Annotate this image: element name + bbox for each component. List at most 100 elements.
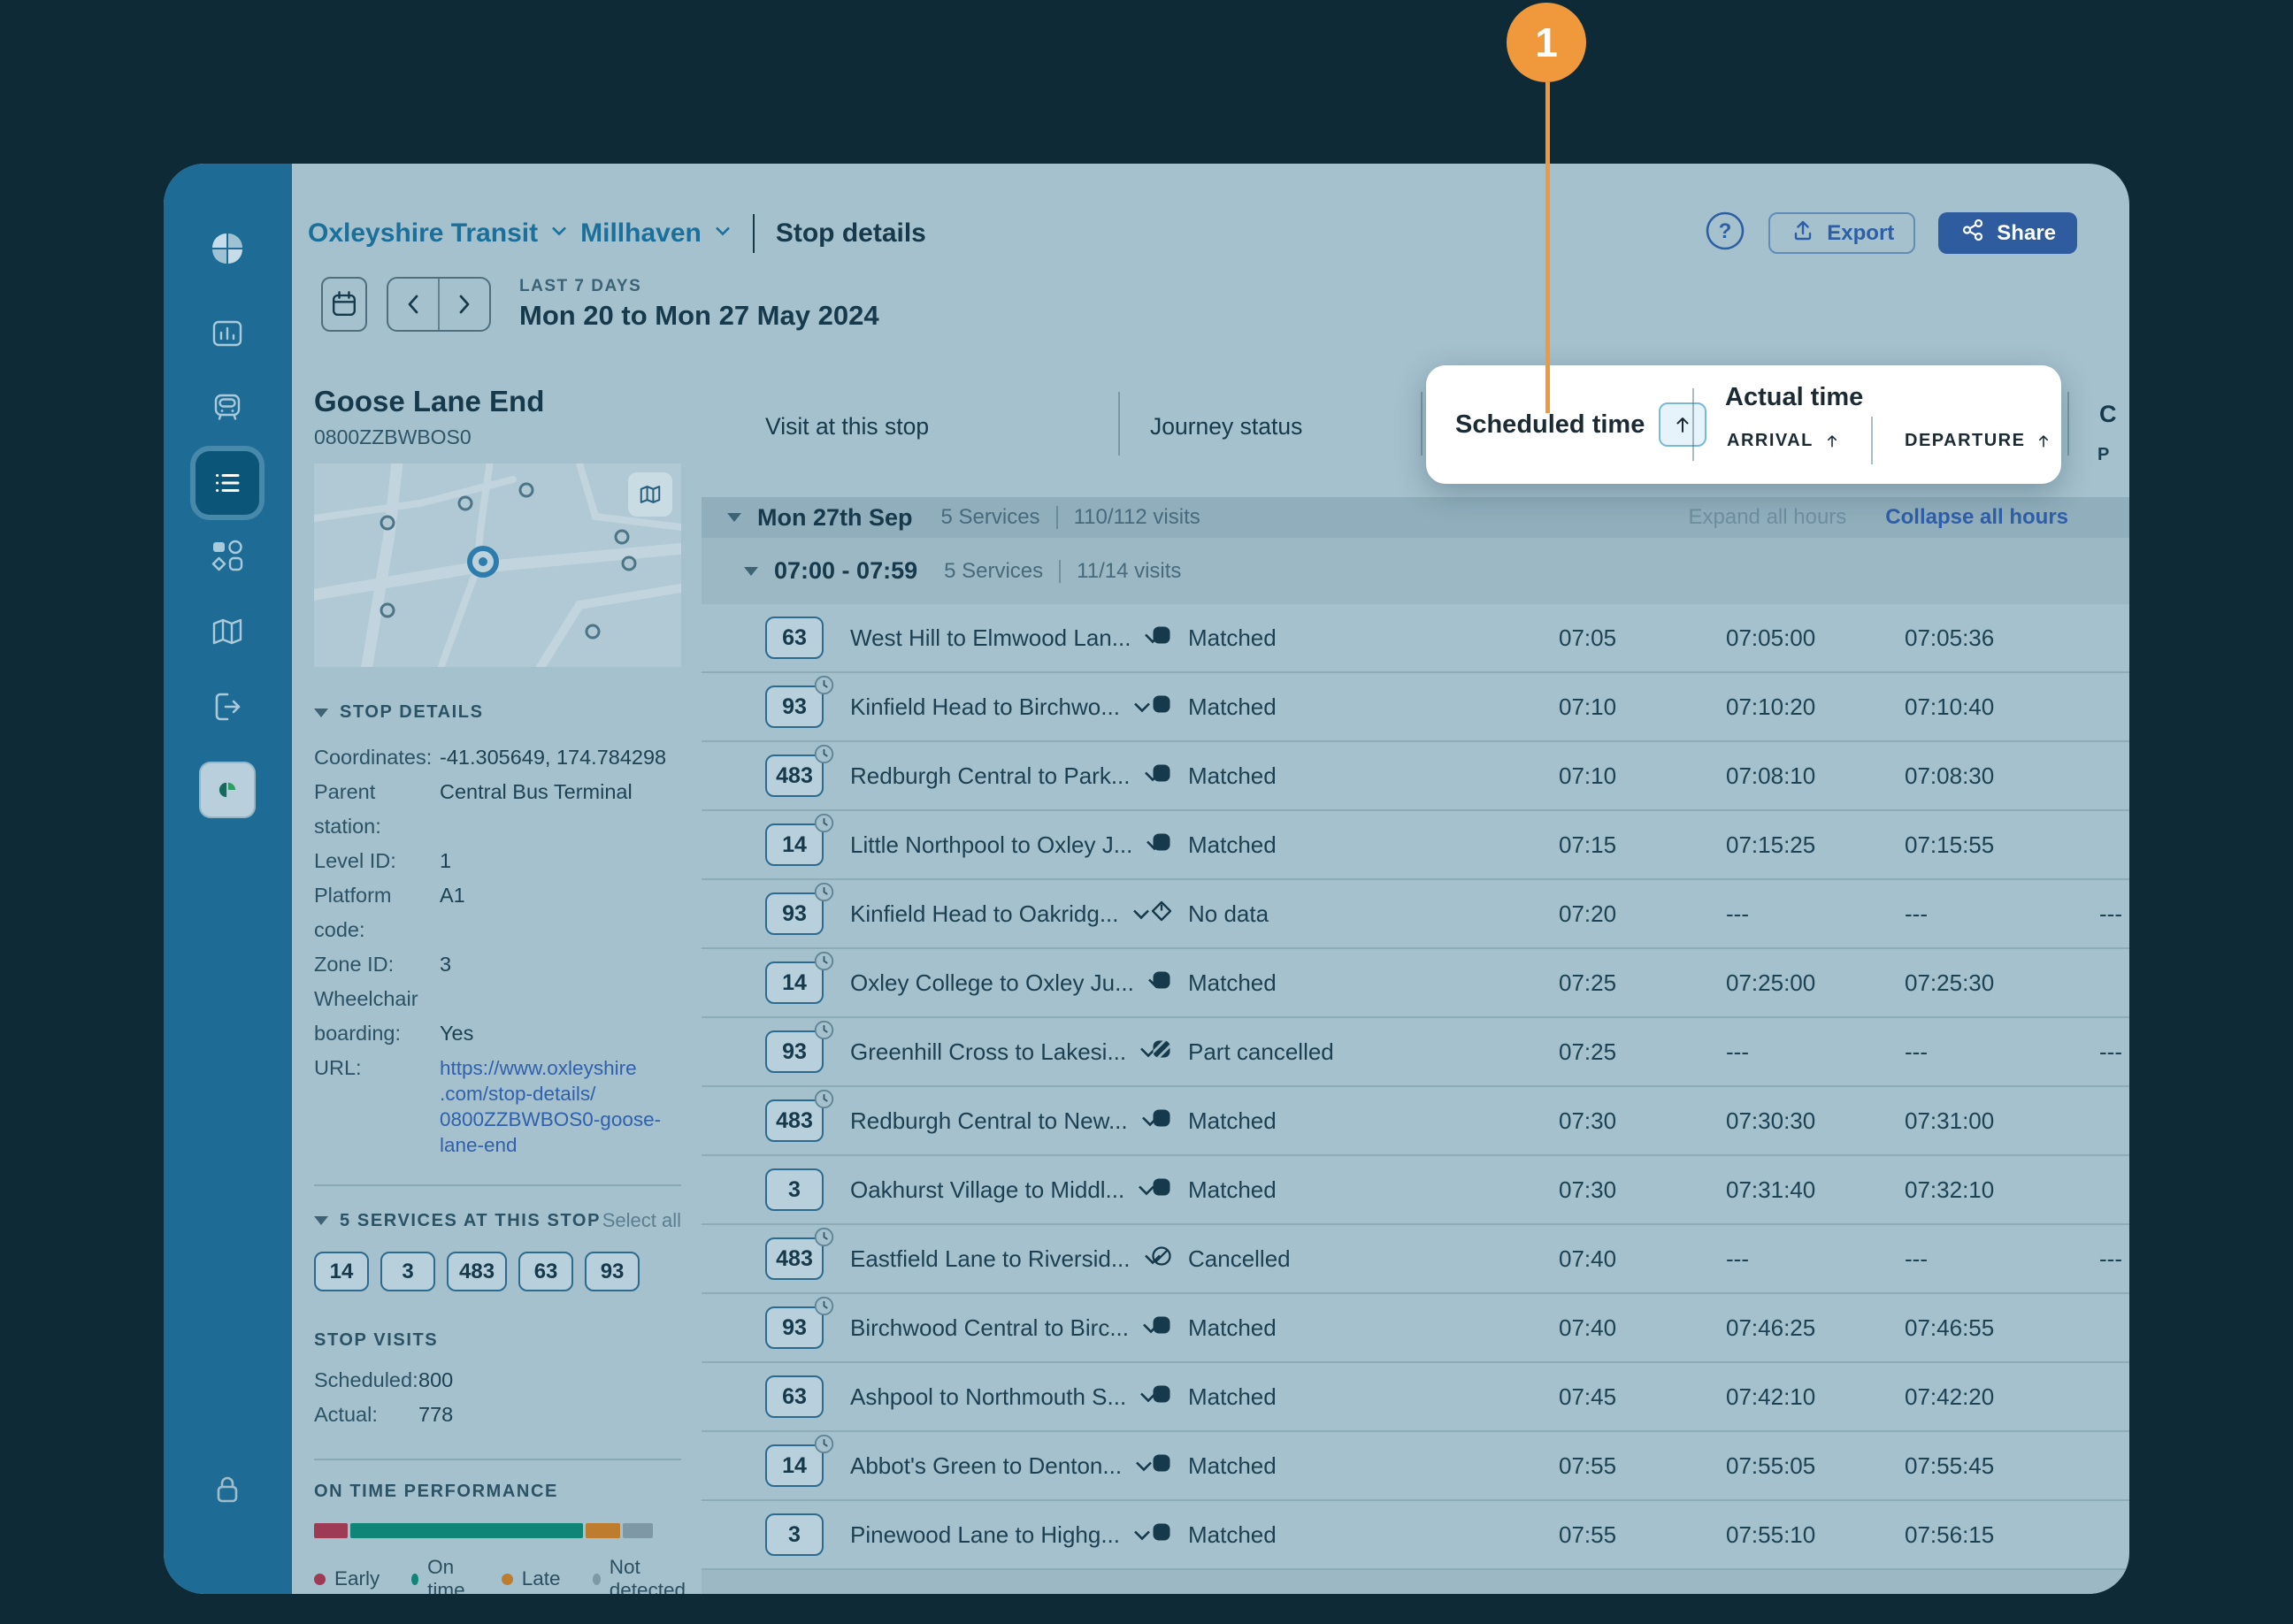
detail-label: Parent station:: [314, 780, 381, 838]
journey-status-cell: Matched: [1150, 624, 1426, 653]
services-section-header: 5 SERVICES AT THIS STOP Select all: [314, 1209, 681, 1232]
route-name: West Hill to Elmwood Lan...: [850, 624, 1131, 651]
clipped-column-title: C: [2099, 401, 2117, 427]
hour-group-row[interactable]: 07:00 - 07:59 5 Services 11/14 visits: [702, 538, 2129, 604]
col-departure-subheader[interactable]: DEPARTURE: [1905, 431, 2050, 451]
scheduled-time-cell: 07:30: [1559, 1107, 1617, 1134]
sidebar-item-vehicles[interactable]: [208, 387, 247, 426]
visit-count-value: 778: [418, 1403, 454, 1426]
arrival-label: ARRIVAL: [1727, 431, 1814, 450]
calendar-button[interactable]: [321, 277, 367, 332]
col-arrival-subheader[interactable]: ARRIVAL: [1727, 431, 1838, 451]
table-row[interactable]: 3 Pinewood Lane to Highg... Matched 07:5…: [702, 1501, 2129, 1570]
day-group-row[interactable]: Mon 27th Sep 5 Services 110/112 visits E…: [702, 497, 2129, 538]
prev-period-button[interactable]: [388, 279, 440, 330]
mini-map[interactable]: [314, 463, 681, 667]
journey-status-cell: Matched: [1150, 1521, 1426, 1550]
service-chip[interactable]: 483: [447, 1252, 508, 1291]
col-visit-header[interactable]: Visit at this stop: [765, 413, 929, 440]
status-label: Matched: [1188, 1107, 1277, 1134]
stop-url-link[interactable]: https://www.oxleyshire .com/stop-details/…: [440, 1051, 661, 1158]
service-chip[interactable]: 63: [518, 1252, 574, 1291]
scheduled-time-cell: 07:25: [1559, 969, 1617, 996]
collapse-all-hours-link[interactable]: Collapse all hours: [1885, 505, 2068, 530]
chevron-down-icon[interactable]: [1131, 908, 1151, 921]
status-label: Matched: [1188, 762, 1277, 789]
stop-visits-title: STOP VISITS: [314, 1330, 439, 1350]
clipped-extra-cell: ---: [2099, 1038, 2122, 1065]
scheduled-time-cell: 07:55: [1559, 1452, 1617, 1479]
route-badge[interactable]: 3: [765, 1168, 824, 1211]
journey-status-cell: Matched: [1150, 693, 1426, 722]
table-row[interactable]: 483 Eastfield Lane to Riversid... Cancel…: [702, 1225, 2129, 1294]
col-journey-header[interactable]: Journey status: [1150, 413, 1302, 440]
table-row[interactable]: 3 Oakhurst Village to Middl... Matched 0…: [702, 1156, 2129, 1225]
breadcrumb-org[interactable]: Oxleyshire Transit: [308, 218, 538, 249]
table-row[interactable]: 483 Redburgh Central to Park... Matched …: [702, 742, 2129, 811]
annotation-step-marker: 1: [1507, 3, 1586, 82]
table-row[interactable]: 63 Ashpool to Northmouth S... Matched 07…: [702, 1363, 2129, 1432]
select-all-link[interactable]: Select all: [602, 1209, 681, 1232]
route-badge[interactable]: 63: [765, 1375, 824, 1418]
actual-departure-cell: 07:55:45: [1905, 1452, 1995, 1479]
service-chip[interactable]: 14: [314, 1252, 369, 1291]
lock-icon[interactable]: [208, 1470, 247, 1509]
route-badge[interactable]: 3: [765, 1513, 824, 1556]
table-row[interactable]: 93 Birchwood Central to Birc... Matched …: [702, 1294, 2129, 1363]
otp-segment-late: [586, 1523, 620, 1538]
clipped-extra-cell: ---: [2099, 1245, 2122, 1272]
table-row[interactable]: 93 Greenhill Cross to Lakesi... Part can…: [702, 1018, 2129, 1087]
route-name: Redburgh Central to New...: [850, 1107, 1128, 1134]
sidebar-item-analytics[interactable]: [208, 314, 247, 353]
scheduled-time-cell: 07:10: [1559, 693, 1617, 720]
next-period-button[interactable]: [440, 279, 489, 330]
sidebar-item-blocks[interactable]: [208, 536, 247, 575]
table-row[interactable]: 63 West Hill to Elmwood Lan... Matched 0…: [702, 604, 2129, 673]
service-chip[interactable]: 3: [380, 1252, 435, 1291]
actual-departure-cell: 07:15:55: [1905, 831, 1995, 858]
expand-map-button[interactable]: [628, 472, 672, 517]
chevron-down-icon[interactable]: [550, 225, 568, 241]
otp-legend-item: Early: [314, 1567, 380, 1590]
table-row[interactable]: 93 Kinfield Head to Oakridg... No data 0…: [702, 880, 2129, 949]
journey-status-cell: Matched: [1150, 969, 1426, 998]
detail-label: boarding:: [314, 1022, 401, 1045]
breadcrumb-region[interactable]: Millhaven: [580, 218, 702, 249]
visit-cell: 483 Redburgh Central to Park...: [702, 744, 1161, 797]
journey-status-cell: Matched: [1150, 762, 1426, 791]
table-row[interactable]: 14 Oxley College to Oxley Ju... Matched …: [702, 949, 2129, 1018]
next-hour-group-row-clipped[interactable]: 08:00 - 08:59: [702, 1570, 2129, 1594]
highlighted-time-columns-header: Scheduled time Actual time ARRIVAL DEPAR…: [1426, 365, 2061, 484]
journey-status-cell: Matched: [1150, 1314, 1426, 1343]
actual-arrival-cell: ---: [1726, 900, 1749, 927]
col-scheduled-header[interactable]: Scheduled time: [1455, 410, 1645, 440]
table-row[interactable]: 483 Redburgh Central to New... Matched 0…: [702, 1087, 2129, 1156]
sidebar-item-stop-details-active[interactable]: [196, 451, 259, 515]
chevron-down-icon[interactable]: [1132, 701, 1152, 714]
sidebar-nav: [164, 164, 292, 1594]
route-badge[interactable]: 63: [765, 617, 824, 659]
chevron-down-icon[interactable]: [1132, 1528, 1152, 1542]
status-icon: [1150, 1038, 1173, 1067]
table-row[interactable]: 93 Kinfield Head to Birchwo... Matched 0…: [702, 673, 2129, 742]
status-icon: [1150, 624, 1173, 653]
sidebar-item-sign-out[interactable]: [208, 687, 247, 726]
divider: [314, 1459, 681, 1460]
expand-all-hours-link[interactable]: Expand all hours: [1689, 505, 1847, 530]
service-chip[interactable]: 93: [585, 1252, 640, 1291]
status-label: No data: [1188, 900, 1269, 927]
sidebar-partner-badge[interactable]: [199, 762, 256, 818]
scheduled-time-cell: 07:20: [1559, 900, 1617, 927]
stop-details-section-header[interactable]: STOP DETAILS: [314, 702, 681, 723]
status-icon: [1150, 1176, 1173, 1205]
sort-ascending-button[interactable]: [1659, 402, 1707, 447]
table-row[interactable]: 14 Abbot's Green to Denton... Matched 07…: [702, 1432, 2129, 1501]
visit-cell: 93 Greenhill Cross to Lakesi...: [702, 1020, 1157, 1073]
detail-value: 1: [440, 849, 452, 872]
visit-cell: 93 Kinfield Head to Birchwo...: [702, 675, 1152, 728]
services-toggle[interactable]: 5 SERVICES AT THIS STOP: [314, 1211, 601, 1231]
table-row[interactable]: 14 Little Northpool to Oxley J... Matche…: [702, 811, 2129, 880]
status-label: Matched: [1188, 693, 1277, 720]
sidebar-item-map[interactable]: [208, 612, 247, 651]
stop-panel: Goose Lane End 0800ZZBWBOS0 STOP DETAILS…: [314, 385, 686, 1594]
